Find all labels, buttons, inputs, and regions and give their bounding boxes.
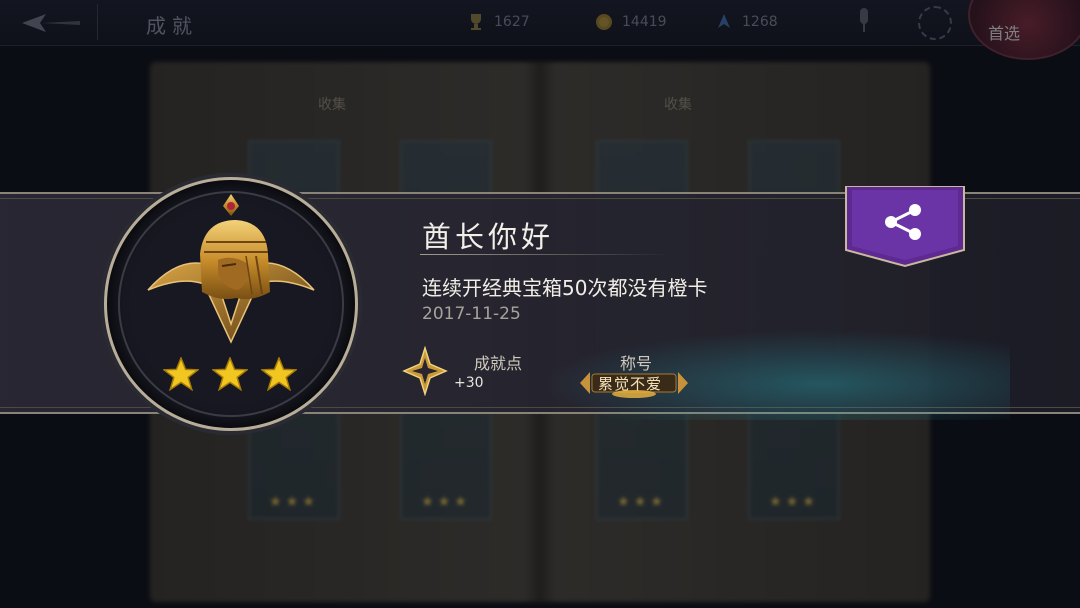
share-button[interactable] [842,186,968,268]
achievement-point-icon [402,346,448,396]
achievement-date: 2017-11-25 [422,304,521,324]
card-stars: ★★★ [769,494,819,510]
top-bar: 成就 1627 14419 1268 首选 [0,0,1080,60]
gem-icon [718,14,730,28]
achievement-name: 酋长你好 [422,220,555,254]
star-icon [261,357,297,391]
trophy-counter: 1627 [466,12,556,34]
title-divider [420,254,670,255]
avatar[interactable]: 首选 [968,0,1080,60]
coin-icon [596,14,612,30]
achievement-points-value: +30 [454,375,484,391]
trophy-count: 1627 [494,14,530,30]
gem-counter: 1268 [714,12,804,34]
star-icon [163,357,199,391]
settings-icon[interactable] [918,6,952,40]
book-tab-right: 收集 [664,97,692,113]
pharaoh-emblem-icon [147,194,315,344]
back-arrow-icon [22,14,80,32]
gem-count: 1268 [742,14,778,30]
coin-counter: 14419 [594,12,684,34]
page-title: 成就 [146,14,198,38]
achievement-description: 连续开经典宝箱50次都没有橙卡 [422,276,708,300]
star-icon [212,357,248,391]
avatar-label: 首选 [988,24,1021,43]
coin-count: 14419 [622,14,667,30]
book-tab-left: 收集 [318,97,346,113]
card-stars: ★★★ [617,494,667,510]
back-button[interactable] [6,4,98,40]
card-stars: ★★★ [269,494,319,510]
microphone-icon[interactable] [852,6,876,36]
achievement-points-label: 成就点 [474,354,523,373]
trophy-icon [471,14,481,30]
player-title-value: 累觉不爱 [598,375,663,393]
card-stars: ★★★ [421,494,471,510]
